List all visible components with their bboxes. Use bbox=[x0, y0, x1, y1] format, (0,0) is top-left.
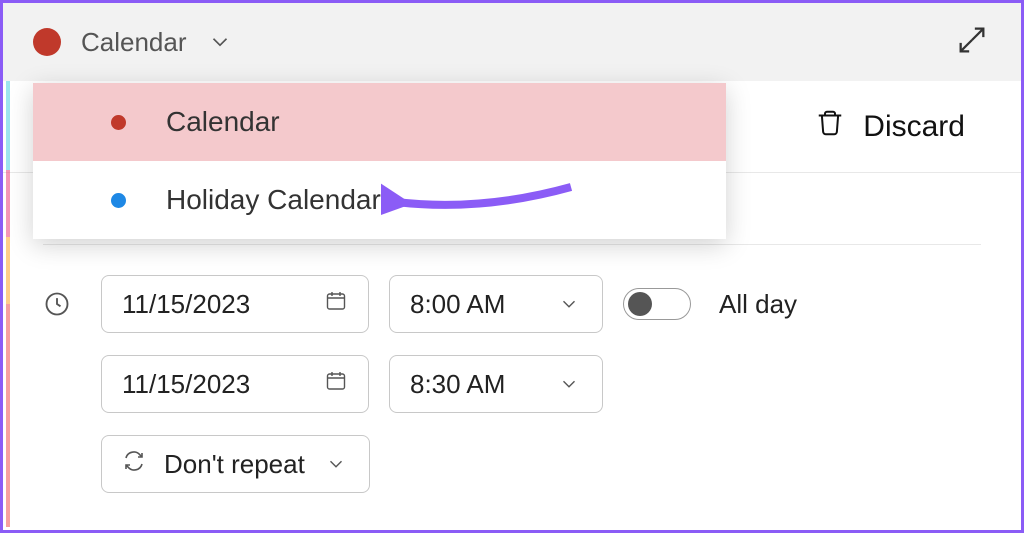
dropdown-item-calendar[interactable]: Calendar bbox=[33, 83, 726, 161]
repeat-field[interactable]: Don't repeat bbox=[101, 435, 370, 493]
repeat-label: Don't repeat bbox=[164, 449, 305, 480]
calendar-dropdown: Calendar Holiday Calendar bbox=[33, 83, 726, 239]
start-date-field[interactable]: 11/15/2023 bbox=[101, 275, 369, 333]
clock-icon bbox=[43, 275, 73, 493]
end-time-field[interactable]: 8:30 AM bbox=[389, 355, 603, 413]
start-row: 11/15/2023 8:00 AM All day bbox=[101, 275, 981, 333]
calendar-icon bbox=[324, 289, 348, 320]
dropdown-item-label: Calendar bbox=[166, 106, 280, 138]
calendar-color-dot bbox=[111, 115, 126, 130]
repeat-icon bbox=[122, 449, 146, 480]
discard-button[interactable]: Discard bbox=[803, 100, 977, 154]
all-day-toggle[interactable] bbox=[623, 288, 691, 320]
start-time-value: 8:00 AM bbox=[410, 289, 505, 320]
discard-label: Discard bbox=[863, 110, 965, 144]
end-row: 11/15/2023 8:30 AM bbox=[101, 355, 981, 413]
all-day-label: All day bbox=[719, 289, 797, 320]
chevron-down-icon bbox=[323, 451, 349, 477]
repeat-row: Don't repeat bbox=[101, 435, 981, 493]
calendar-icon bbox=[324, 369, 348, 400]
calendar-color-dot bbox=[111, 193, 126, 208]
chevron-down-icon bbox=[556, 291, 582, 317]
chevron-down-icon bbox=[556, 371, 582, 397]
toggle-knob bbox=[628, 292, 652, 316]
calendar-color-dot bbox=[33, 28, 61, 56]
chevron-down-icon bbox=[207, 29, 233, 55]
dropdown-item-holiday-calendar[interactable]: Holiday Calendar bbox=[33, 161, 726, 239]
start-time-field[interactable]: 8:00 AM bbox=[389, 275, 603, 333]
trash-icon bbox=[815, 108, 845, 146]
expand-icon[interactable] bbox=[947, 15, 997, 70]
start-date-value: 11/15/2023 bbox=[122, 289, 250, 320]
dropdown-item-label: Holiday Calendar bbox=[166, 184, 381, 216]
end-time-value: 8:30 AM bbox=[410, 369, 505, 400]
calendar-selector[interactable]: Calendar bbox=[33, 27, 233, 58]
calendar-selector-label: Calendar bbox=[81, 27, 187, 58]
header-bar: Calendar bbox=[3, 3, 1021, 81]
time-section: 11/15/2023 8:00 AM All day bbox=[43, 275, 981, 493]
end-date-value: 11/15/2023 bbox=[122, 369, 250, 400]
side-accent-bar bbox=[6, 81, 10, 527]
end-date-field[interactable]: 11/15/2023 bbox=[101, 355, 369, 413]
